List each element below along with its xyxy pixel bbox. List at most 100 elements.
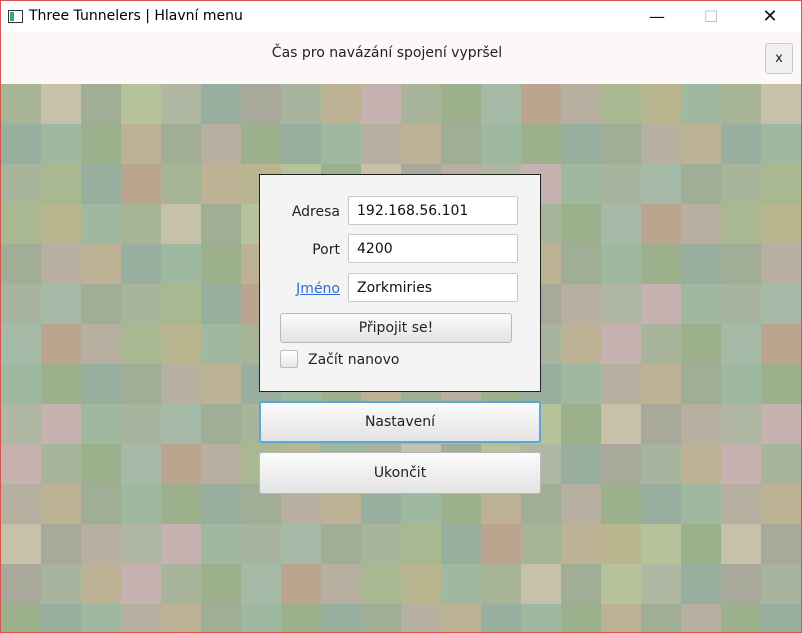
- mosaic-tile: [641, 444, 681, 484]
- mosaic-tile: [161, 324, 201, 364]
- mosaic-tile: [201, 404, 241, 444]
- mosaic-tile: [161, 204, 201, 244]
- mosaic-tile: [761, 84, 801, 124]
- mosaic-tile: [201, 564, 241, 604]
- mosaic-tile: [601, 484, 641, 524]
- mosaic-tile: [1, 244, 41, 284]
- mosaic-tile: [561, 404, 601, 444]
- mosaic-tile: [721, 284, 761, 324]
- mosaic-tile: [241, 604, 281, 632]
- mosaic-tile: [761, 524, 801, 564]
- mosaic-tile: [681, 324, 721, 364]
- mosaic-tile: [681, 84, 721, 124]
- mosaic-tile: [641, 484, 681, 524]
- mosaic-tile: [121, 364, 161, 404]
- mosaic-tile: [521, 604, 561, 632]
- mosaic-tile: [481, 564, 521, 604]
- mosaic-tile: [1, 604, 41, 632]
- name-field[interactable]: Zorkmiries: [348, 273, 518, 302]
- mosaic-tile: [561, 364, 601, 404]
- mosaic-tile: [321, 604, 361, 632]
- mosaic-tile: [41, 604, 81, 632]
- mosaic-tile: [81, 164, 121, 204]
- port-field[interactable]: 4200: [348, 234, 518, 263]
- mosaic-tile: [641, 244, 681, 284]
- mosaic-tile: [641, 284, 681, 324]
- mosaic-tile: [761, 244, 801, 284]
- mosaic-tile: [81, 484, 121, 524]
- minimize-button[interactable]: —: [634, 1, 680, 32]
- mosaic-tile: [81, 604, 121, 632]
- mosaic-tile: [761, 404, 801, 444]
- mosaic-tile: [641, 604, 681, 632]
- app-window: Three Tunnelers | Hlavní menu — ☐ ✕ Čas …: [0, 0, 802, 633]
- mosaic-tile: [681, 604, 721, 632]
- mosaic-tile: [41, 564, 81, 604]
- mosaic-tile: [81, 244, 121, 284]
- mosaic-tile: [41, 364, 81, 404]
- mosaic-tile: [161, 484, 201, 524]
- mosaic-tile: [41, 444, 81, 484]
- mosaic-tile: [601, 284, 641, 324]
- mosaic-tile: [561, 564, 601, 604]
- mosaic-tile: [761, 164, 801, 204]
- connect-button[interactable]: Připojit se!: [280, 313, 512, 343]
- mosaic-tile: [1, 84, 41, 124]
- mosaic-tile: [1, 564, 41, 604]
- mosaic-tile: [681, 284, 721, 324]
- mosaic-tile: [121, 164, 161, 204]
- address-label: Adresa: [291, 204, 340, 220]
- mosaic-tile: [201, 164, 241, 204]
- maximize-icon: ☐: [703, 7, 719, 26]
- mosaic-tile: [561, 284, 601, 324]
- mosaic-tile: [721, 564, 761, 604]
- mosaic-tile: [401, 84, 441, 124]
- mosaic-tile: [561, 244, 601, 284]
- mosaic-tile: [761, 484, 801, 524]
- mosaic-tile: [521, 84, 561, 124]
- mosaic-tile: [281, 564, 321, 604]
- mosaic-tile: [521, 124, 561, 164]
- mosaic-tile: [1, 404, 41, 444]
- mosaic-tile: [41, 404, 81, 444]
- mosaic-tile: [81, 324, 121, 364]
- maximize-button[interactable]: ☐: [688, 1, 734, 32]
- mosaic-tile: [121, 204, 161, 244]
- mosaic-tile: [241, 124, 281, 164]
- mosaic-tile: [601, 524, 641, 564]
- mosaic-tile: [201, 364, 241, 404]
- close-window-button[interactable]: ✕: [747, 1, 793, 32]
- mosaic-tile: [121, 404, 161, 444]
- notification-close-button[interactable]: x: [765, 43, 793, 74]
- mosaic-tile: [721, 324, 761, 364]
- address-field[interactable]: 192.168.56.101: [348, 196, 518, 225]
- minimize-icon: —: [649, 7, 665, 26]
- mosaic-tile: [641, 204, 681, 244]
- mosaic-tile: [481, 524, 521, 564]
- mosaic-tile: [121, 444, 161, 484]
- mosaic-tile: [121, 244, 161, 284]
- mosaic-tile: [641, 564, 681, 604]
- mosaic-tile: [361, 604, 401, 632]
- mosaic-tile: [81, 404, 121, 444]
- mosaic-tile: [121, 484, 161, 524]
- mosaic-tile: [641, 164, 681, 204]
- mosaic-tile: [281, 604, 321, 632]
- mosaic-tile: [201, 604, 241, 632]
- mosaic-tile: [241, 524, 281, 564]
- mosaic-tile: [721, 84, 761, 124]
- quit-button[interactable]: Ukončit: [259, 452, 541, 494]
- mosaic-tile: [201, 324, 241, 364]
- name-link[interactable]: Jméno: [260, 281, 340, 297]
- mosaic-tile: [481, 84, 521, 124]
- mosaic-tile: [281, 84, 321, 124]
- mosaic-tile: [721, 204, 761, 244]
- notification-bar: Čas pro navázání spojení vypršel: [1, 32, 801, 84]
- mosaic-tile: [681, 524, 721, 564]
- restart-checkbox[interactable]: [280, 350, 298, 368]
- mosaic-tile: [561, 84, 601, 124]
- mosaic-tile: [721, 404, 761, 444]
- mosaic-tile: [361, 564, 401, 604]
- mosaic-tile: [201, 244, 241, 284]
- settings-button[interactable]: Nastavení: [259, 401, 541, 443]
